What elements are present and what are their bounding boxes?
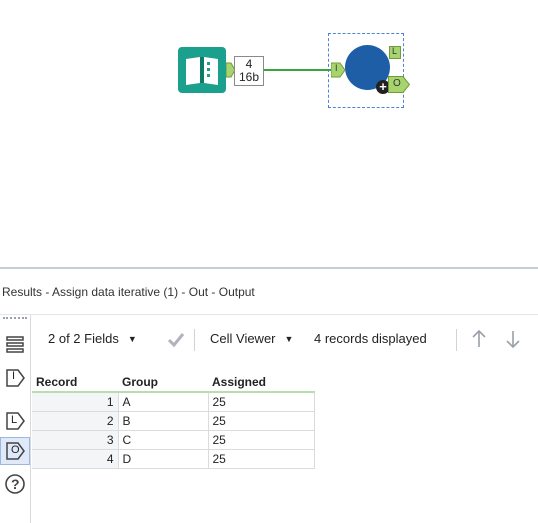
- table-header-row: Record Group Assigned: [32, 373, 314, 393]
- table-row[interactable]: 2 B 25: [32, 411, 315, 431]
- cell-viewer-label: Cell Viewer: [210, 331, 276, 346]
- data-size: 16b: [238, 70, 260, 84]
- cell-viewer-dropdown[interactable]: Cell Viewer ▼: [210, 325, 293, 353]
- macro-l-anchor[interactable]: L: [389, 46, 401, 59]
- macro-input-anchor[interactable]: I: [330, 62, 346, 78]
- records-displayed: 4 records displayed: [314, 331, 427, 346]
- arrow-down-icon: [506, 331, 520, 349]
- rail-input-label: I: [12, 370, 16, 382]
- record-cell[interactable]: 2: [32, 411, 119, 431]
- rail-l-label: L: [11, 414, 18, 426]
- macro-o-anchor[interactable]: O: [388, 76, 411, 93]
- toolbar-divider: [194, 329, 195, 351]
- record-count-box: 4 16b: [234, 56, 264, 86]
- scroll-up-button[interactable]: [470, 325, 488, 353]
- assigned-cell[interactable]: 25: [207, 430, 315, 450]
- chevron-down-icon: ▼: [284, 334, 294, 344]
- input-anchor-label: I: [335, 63, 338, 73]
- checkmark-icon: [167, 333, 185, 348]
- help-button[interactable]: ?: [4, 473, 26, 495]
- list-view-button[interactable]: [4, 333, 26, 355]
- column-header-group[interactable]: Group: [118, 373, 208, 393]
- group-cell[interactable]: B: [117, 411, 209, 431]
- toolbar-divider: [456, 329, 457, 351]
- results-left-rail: I L O ?: [0, 315, 31, 523]
- column-header-assigned[interactable]: Assigned: [208, 373, 314, 393]
- group-cell[interactable]: C: [117, 430, 209, 450]
- table-row[interactable]: 4 D 25: [32, 449, 315, 469]
- results-table: Record Group Assigned 1 A 25 2 B 25 3 C …: [32, 373, 315, 469]
- results-panel: Results - Assign data iterative (1) - Ou…: [0, 267, 538, 523]
- assigned-cell[interactable]: 25: [207, 391, 315, 412]
- chevron-down-icon: ▼: [127, 334, 137, 344]
- input-anchor-button[interactable]: I: [4, 367, 26, 389]
- o-anchor-label: O: [393, 78, 401, 89]
- results-toolbar: 2 of 2 Fields ▼ Cell Viewer ▼ 4 records di…: [38, 325, 538, 353]
- table-row[interactable]: 3 C 25: [32, 430, 315, 450]
- arrow-up-icon: [472, 329, 486, 347]
- text-input-tool[interactable]: [178, 47, 226, 93]
- rail-o-label: O: [11, 444, 20, 456]
- record-cell[interactable]: 3: [32, 430, 119, 450]
- table-row[interactable]: 1 A 25: [32, 391, 315, 412]
- grip-handle[interactable]: [3, 317, 27, 322]
- input-anchor-icon: [330, 62, 346, 78]
- scroll-down-button[interactable]: [504, 325, 522, 353]
- group-cell[interactable]: D: [117, 449, 209, 469]
- book-icon: [178, 47, 226, 93]
- workflow-canvas[interactable]: 4 16b I + L O: [0, 0, 538, 267]
- l-anchor-button[interactable]: L: [4, 410, 26, 432]
- help-label: ?: [11, 476, 20, 492]
- assigned-cell[interactable]: 25: [207, 449, 315, 469]
- results-title: Results - Assign data iterative (1) - Ou…: [0, 269, 538, 315]
- l-anchor-label: L: [392, 46, 398, 56]
- connection-line[interactable]: [264, 69, 332, 71]
- o-anchor-button[interactable]: O: [4, 440, 26, 462]
- list-icon: [6, 336, 24, 353]
- fields-label: 2 of 2 Fields: [48, 331, 119, 346]
- assigned-cell[interactable]: 25: [207, 411, 315, 431]
- column-header-record[interactable]: Record: [32, 373, 118, 393]
- fields-dropdown[interactable]: 2 of 2 Fields ▼: [48, 325, 137, 353]
- record-cell[interactable]: 1: [32, 391, 119, 412]
- apply-fields-button[interactable]: [166, 325, 186, 353]
- group-cell[interactable]: A: [117, 391, 209, 412]
- record-cell[interactable]: 4: [32, 449, 119, 469]
